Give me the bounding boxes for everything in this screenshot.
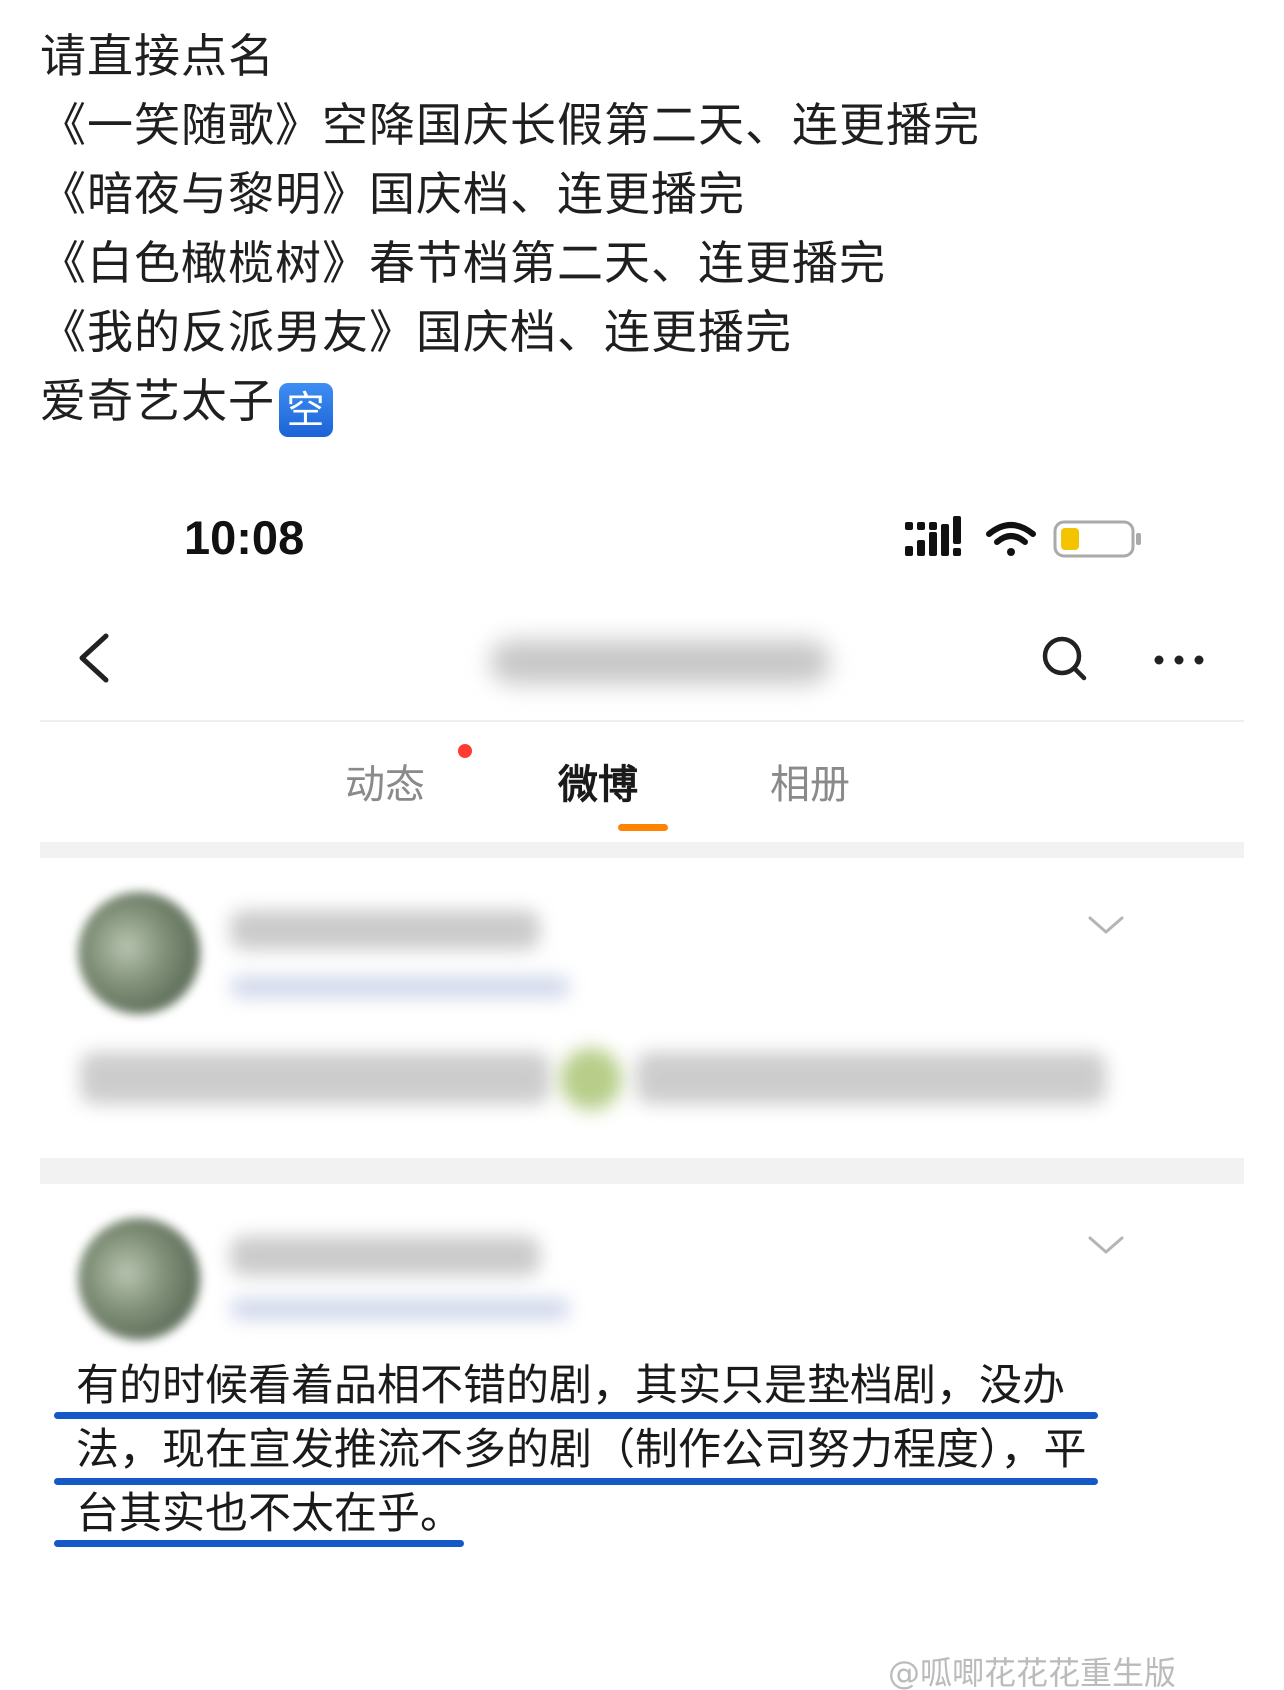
- section-gap: [40, 1158, 1244, 1184]
- nav-divider: [40, 720, 1244, 722]
- tab-dongtai[interactable]: 动态: [345, 752, 425, 810]
- blurred-post-meta: [230, 1298, 570, 1320]
- post-card: 有的时候看着品相不错的剧，其实只是垫档剧，没办 法，现在宣发推流不多的剧（制作公…: [40, 1184, 1244, 1690]
- navbar: [40, 600, 1244, 720]
- tab-album[interactable]: 相册: [770, 752, 850, 810]
- notification-dot: [458, 744, 472, 758]
- search-icon[interactable]: [1038, 632, 1094, 688]
- blurred-emoji: [560, 1048, 622, 1110]
- watermark: @呱唧花花花重生版: [888, 1654, 1177, 1690]
- wifi-icon: [986, 522, 1036, 556]
- caption-line: 《一笑随歌》空降国庆长假第二天、连更播完: [40, 98, 980, 152]
- battery-icon: [1053, 520, 1141, 558]
- caption-line: 《我的反派男友》国庆档、连更播完: [40, 305, 792, 359]
- highlight-underline: [54, 1412, 1098, 1419]
- post-text-line: 法，现在宣发推流不多的剧（制作公司努力程度），平: [76, 1425, 1087, 1475]
- more-icon[interactable]: [1144, 640, 1214, 680]
- status-icons: [905, 516, 1141, 558]
- blurred-post-meta: [230, 976, 570, 998]
- caption-line-last: 爱奇艺太子空: [40, 367, 1240, 437]
- avatar[interactable]: [78, 1218, 200, 1340]
- highlight-underline: [54, 1478, 1098, 1485]
- active-tab-indicator: [618, 824, 668, 831]
- blurred-page-title: [490, 640, 830, 684]
- kong-badge-emoji: 空: [279, 383, 333, 437]
- signal-icon: [905, 516, 961, 556]
- status-bar: 10:08: [0, 490, 1284, 580]
- profile-tabs: 动态 微博 相册: [40, 730, 1244, 840]
- blurred-post-text: [80, 1052, 550, 1104]
- caption-text: 爱奇艺太子: [40, 374, 275, 428]
- chevron-down-icon[interactable]: [1086, 914, 1126, 938]
- post-body: 有的时候看着品相不错的剧，其实只是垫档剧，没办 法，现在宣发推流不多的剧（制作公…: [76, 1354, 1216, 1546]
- blurred-username: [230, 910, 540, 950]
- post-text-line: 台其实也不太在乎。: [76, 1489, 463, 1539]
- status-time: 10:08: [184, 511, 305, 564]
- highlight-underline: [54, 1540, 464, 1547]
- tab-weibo[interactable]: 微博: [558, 752, 638, 810]
- avatar[interactable]: [78, 892, 200, 1014]
- section-gap: [40, 842, 1244, 858]
- caption: 请直接点名 《一笑随歌》空降国庆长假第二天、连更播完 《暗夜与黎明》国庆档、连更…: [40, 22, 1240, 437]
- caption-line: 《白色橄榄树》春节档第二天、连更播完: [40, 236, 886, 290]
- caption-line: 请直接点名: [40, 29, 275, 83]
- chevron-left-icon[interactable]: [70, 628, 120, 688]
- post-text-line: 有的时候看着品相不错的剧，其实只是垫档剧，没办: [76, 1361, 1065, 1411]
- blurred-username: [230, 1236, 540, 1276]
- blurred-post-text: [636, 1052, 1106, 1104]
- caption-line: 《暗夜与黎明》国庆档、连更播完: [40, 167, 745, 221]
- chevron-down-icon[interactable]: [1086, 1234, 1126, 1258]
